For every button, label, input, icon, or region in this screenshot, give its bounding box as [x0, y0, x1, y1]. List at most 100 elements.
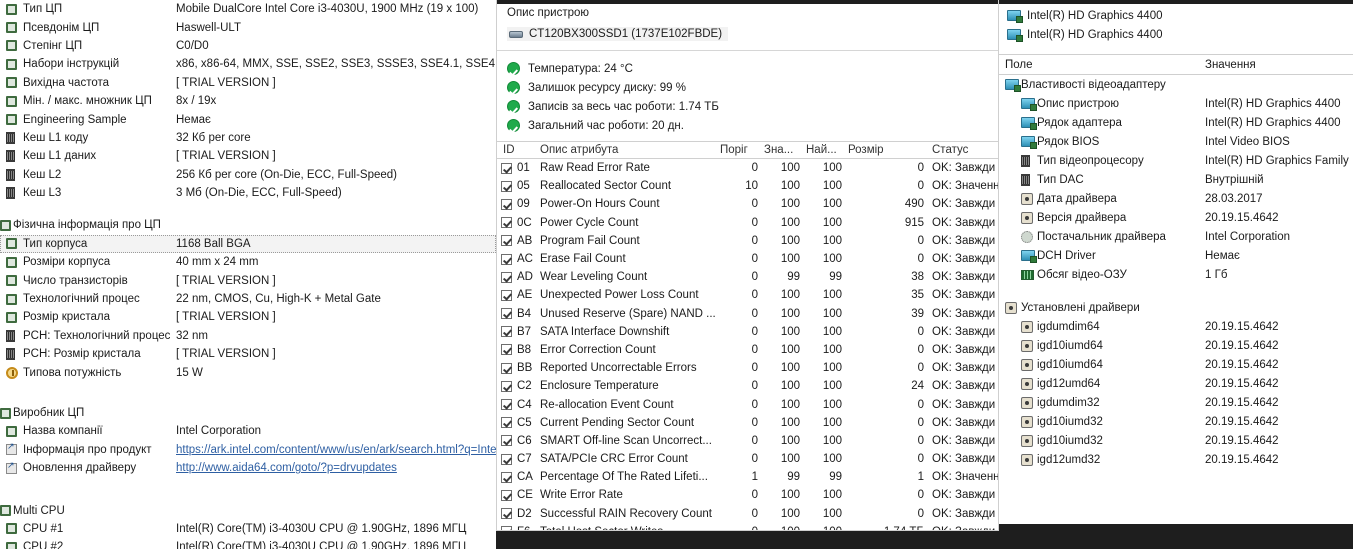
- property-value[interactable]: http://www.aida64.com/goto/?p=drvupdates: [176, 462, 496, 474]
- physical-property-row[interactable]: Розміри корпуса 40 mm x 24 mm: [0, 253, 496, 271]
- gpu-group-adapter-properties[interactable]: Властивості відеоадаптеру: [999, 75, 1353, 94]
- cache-icon: [6, 187, 15, 200]
- gpu-driver-row[interactable]: igd12umd64 20.19.15.4642: [999, 374, 1353, 393]
- gpu-driver-row[interactable]: igd12umd32 20.19.15.4642: [999, 450, 1353, 469]
- vendor-property-row[interactable]: Назва компанії Intel Corporation: [0, 422, 496, 440]
- attribute-id: BB: [517, 362, 533, 375]
- smart-attribute-row[interactable]: AD Wear Leveling Count 0 99 99 38 OK: Завжди п…: [497, 268, 998, 286]
- col-header-worst[interactable]: Най...: [806, 144, 848, 156]
- gpu-property-row[interactable]: Дата драйвера 28.03.2017: [999, 189, 1353, 208]
- col-header-value-right[interactable]: Значення: [1205, 59, 1353, 71]
- gpu-property-row[interactable]: Тип DAC Внутрішній: [999, 170, 1353, 189]
- vendor-property-row[interactable]: Оновлення драйверу http://www.aida64.com/…: [0, 459, 496, 477]
- smart-attribute-row[interactable]: AB Program Fail Count 0 100 100 0 OK: Завжди п…: [497, 232, 998, 250]
- cpu-property-row[interactable]: Мін. / макс. множник ЦП 8x / 19x: [0, 92, 496, 110]
- gpu-driver-row[interactable]: igd10iumd64 20.19.15.4642: [999, 336, 1353, 355]
- multi-cpu-row[interactable]: CPU #2 Intel(R) Core(TM) i3-4030U CPU @ 1…: [0, 538, 496, 549]
- cpu-property-row[interactable]: Кеш L1 коду 32 Кб per core: [0, 129, 496, 147]
- smart-attribute-row[interactable]: C4 Re-allocation Event Count 0 100 100 0 OK: З…: [497, 395, 998, 413]
- col-header-raw[interactable]: Розмір: [848, 144, 932, 156]
- smart-attribute-row[interactable]: B4 Unused Reserve (Spare) NAND ... 0 100 100…: [497, 305, 998, 323]
- gpu-property-row[interactable]: DCH Driver Немає: [999, 246, 1353, 265]
- smart-attribute-row[interactable]: CA Percentage Of The Rated Lifeti... 1 99 99…: [497, 468, 998, 486]
- gpu-device-item[interactable]: Intel(R) HD Graphics 4400: [1003, 6, 1353, 25]
- multi-cpu-row[interactable]: CPU #1 Intel(R) Core(TM) i3-4030U CPU @ 1…: [0, 520, 496, 538]
- vendor-property-row[interactable]: Інформація про продукт https://ark.intel.…: [0, 441, 496, 459]
- cpu-property-row[interactable]: Псевдонім ЦП Haswell-ULT: [0, 18, 496, 36]
- col-header-status[interactable]: Статус: [932, 144, 998, 156]
- cpu-property-row[interactable]: Набори інструкцій x86, x86-64, MMX, SSE, …: [0, 55, 496, 73]
- col-header-id[interactable]: ID: [501, 144, 540, 156]
- disk-health-item: Записів за весь час роботи: 1.74 ТБ: [507, 97, 998, 116]
- smart-attribute-row[interactable]: B7 SATA Interface Downshift 0 100 100 0 OK: За…: [497, 323, 998, 341]
- gpu-info-panel: Intel(R) HD Graphics 4400 Intel(R) HD Gra…: [999, 0, 1353, 524]
- col-header-desc[interactable]: Опис атрибута: [540, 144, 720, 156]
- gpu-device-item[interactable]: Intel(R) HD Graphics 4400: [1003, 25, 1353, 44]
- smart-attribute-row[interactable]: 0C Power Cycle Count 0 100 100 915 OK: Завжди …: [497, 214, 998, 232]
- col-header-field[interactable]: Поле: [1005, 59, 1205, 71]
- attribute-value: 100: [780, 162, 800, 175]
- smart-attribute-row[interactable]: C5 Current Pending Sector Count 0 100 100 0 OK…: [497, 414, 998, 432]
- smart-attribute-row[interactable]: F6Total Host Sector Writes01001001.74 ТБ…: [497, 523, 998, 530]
- smart-attribute-row[interactable]: BB Reported Uncorrectable Errors 0 100 100 0 O…: [497, 359, 998, 377]
- smart-attribute-row[interactable]: D2 Successful RAIN Recovery Count 0 100 100 0…: [497, 505, 998, 523]
- group-cpu-vendor[interactable]: Виробник ЦП: [0, 404, 496, 422]
- property-value[interactable]: https://ark.intel.com/content/www/us/en/…: [176, 444, 496, 456]
- cpu-property-row[interactable]: Тип ЦП Mobile DualCore Intel Core i3-4030…: [0, 0, 496, 18]
- smart-attribute-row[interactable]: AE Unexpected Power Loss Count 0 100 100 35 OK…: [497, 286, 998, 304]
- cpu-property-row[interactable]: Кеш L3 3 Мб (On-Die, ECC, Full-Speed): [0, 184, 496, 202]
- smart-attribute-row[interactable]: 09 Power-On Hours Count 0 100 100 490 OK: Завж…: [497, 195, 998, 213]
- physical-property-row[interactable]: Розмір кристала [ TRIAL VERSION ]: [0, 308, 496, 326]
- gpu-field-value: 20.19.15.4642: [1205, 320, 1279, 333]
- gpu-property-row[interactable]: Постачальник драйвера Intel Corporation: [999, 227, 1353, 246]
- gpu-property-row[interactable]: Обсяг відео-ОЗУ 1 Гб: [999, 265, 1353, 284]
- gpu-property-row[interactable]: Версія драйвера 20.19.15.4642: [999, 208, 1353, 227]
- attribute-raw: 0: [917, 162, 924, 175]
- physical-property-row[interactable]: Технологічний процес 22 nm, CMOS, Cu, Hig…: [0, 290, 496, 308]
- attribute-description: Enclosure Temperature: [540, 380, 659, 393]
- attribute-threshold: 0: [751, 343, 758, 356]
- device-selector[interactable]: CT120BX300SSD1 (1737E102FBDE): [507, 27, 729, 41]
- gpu-property-row[interactable]: Рядок BIOS Intel Video BIOS: [999, 132, 1353, 151]
- smart-attribute-row[interactable]: B8 Error Correction Count 0 100 100 0 OK: Завж…: [497, 341, 998, 359]
- group-physical-info[interactable]: Фізична інформація про ЦП: [0, 216, 496, 234]
- gpu-group-installed-drivers[interactable]: Установлені драйвери: [999, 298, 1353, 317]
- physical-property-row[interactable]: Тип корпуса 1168 Ball BGA: [0, 234, 496, 254]
- physical-property-row[interactable]: Типова потужність 15 W: [0, 363, 496, 381]
- col-header-value[interactable]: Зна...: [764, 144, 806, 156]
- checkbox-checked-icon: [501, 162, 512, 174]
- gpu-driver-row[interactable]: igdumdim32 20.19.15.4642: [999, 393, 1353, 412]
- gpu-driver-row[interactable]: igdumdim64 20.19.15.4642: [999, 317, 1353, 336]
- attribute-threshold: 0: [751, 362, 758, 375]
- smart-attribute-row[interactable]: 01 Raw Read Error Rate 0 100 100 0 OK: Завжди …: [497, 159, 998, 177]
- attribute-status: OK: Завжди пройдено: [932, 253, 998, 266]
- gpu-property-row[interactable]: Тип відеопроцесору Intel(R) HD Graphics F…: [999, 151, 1353, 170]
- cpu-icon: [0, 407, 11, 419]
- checkbox-checked-icon: [501, 235, 512, 247]
- cpu-property-row[interactable]: Вихідна частота [ TRIAL VERSION ]: [0, 74, 496, 92]
- cpu-property-row[interactable]: Кеш L1 даних [ TRIAL VERSION ]: [0, 147, 496, 165]
- gpu-driver-row[interactable]: igd10iumd64 20.19.15.4642: [999, 355, 1353, 374]
- physical-property-row[interactable]: PCH: Технологічний процес 32 nm: [0, 327, 496, 345]
- smart-attribute-row[interactable]: C2 Enclosure Temperature 0 100 100 24 OK: Завж…: [497, 377, 998, 395]
- physical-property-row[interactable]: PCH: Розмір кристала [ TRIAL VERSION ]: [0, 345, 496, 363]
- attribute-status: OK: Завжди пройдено: [932, 343, 998, 356]
- gpu-driver-row[interactable]: igd10iumd32 20.19.15.4642: [999, 412, 1353, 431]
- gpu-property-row[interactable]: Рядок адаптера Intel(R) HD Graphics 4400: [999, 113, 1353, 132]
- attribute-id-cell: 01: [501, 162, 540, 174]
- physical-property-row[interactable]: Число транзисторів [ TRIAL VERSION ]: [0, 271, 496, 289]
- smart-attribute-row[interactable]: C6 SMART Off-line Scan Uncorrect... 0 100 10…: [497, 432, 998, 450]
- group-multi-cpu[interactable]: Multi CPU: [0, 501, 496, 519]
- smart-attribute-row[interactable]: CE Write Error Rate 0 100 100 0 OK: Завжди про…: [497, 486, 998, 504]
- cpu-property-row[interactable]: Кеш L2 256 Кб per core (On-Die, ECC, Full…: [0, 166, 496, 184]
- attribute-worst: 100: [822, 307, 842, 320]
- cpu-property-row[interactable]: Степінг ЦП C0/D0: [0, 37, 496, 55]
- smart-attribute-row[interactable]: C7 SATA/PCIe CRC Error Count 0 100 100 0 OK: З…: [497, 450, 998, 468]
- smart-attribute-row[interactable]: 05 Reallocated Sector Count 10 100 100 0 OK: З…: [497, 177, 998, 195]
- cpu-property-row[interactable]: Engineering Sample Немає: [0, 110, 496, 128]
- gpu-driver-row[interactable]: igd10iumd32 20.19.15.4642: [999, 431, 1353, 450]
- col-header-thr[interactable]: Поріг: [720, 144, 764, 156]
- row-icon-wrap: [1021, 434, 1037, 447]
- gpu-property-row[interactable]: Опис пристрою Intel(R) HD Graphics 4400: [999, 94, 1353, 113]
- smart-attribute-row[interactable]: AC Erase Fail Count 0 100 100 0 OK: Завжди про…: [497, 250, 998, 268]
